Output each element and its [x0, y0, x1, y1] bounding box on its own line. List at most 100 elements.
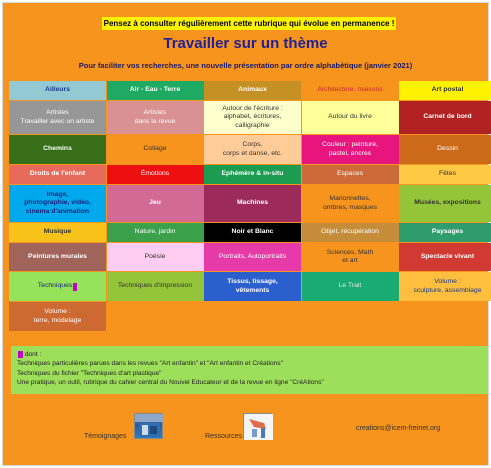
- marker-icon: [73, 282, 78, 291]
- note-line-2: Techniques particulières parues dans les…: [17, 360, 283, 368]
- temoignages-link[interactable]: Témoignages: [84, 433, 126, 440]
- theme-tile-label: Chemins: [43, 145, 72, 153]
- contact-email[interactable]: creations@icem-freinet.org: [356, 425, 440, 432]
- theme-tile-architecture-maisons[interactable]: Architecture, maisons: [301, 81, 399, 100]
- theme-tile-volume-terre-modelage[interactable]: Volume : terre, modelage: [9, 302, 106, 331]
- theme-tile-noir-et-blanc[interactable]: Noir et Blanc: [204, 223, 301, 242]
- theme-tile-musées-expositions[interactable]: Musées, expositions: [399, 185, 491, 222]
- theme-tile-chemins[interactable]: Chemins: [9, 135, 106, 164]
- theme-tile-label: Poésie: [144, 252, 166, 260]
- theme-tile-volume-sculpture-assemblage[interactable]: Volume : sculpture, assemblage: [399, 272, 491, 301]
- theme-tile-label: Musées, expositions: [414, 199, 481, 207]
- theme-tile-tissus-tissage-vêtements[interactable]: Tissus, tissage, vêtements: [204, 272, 301, 301]
- theme-tile-label: Techniques d'impression: [117, 282, 193, 290]
- theme-tile-le-trait[interactable]: Le Trait: [301, 272, 399, 301]
- note-line-3: Techniques du fichier "Techniques d'art …: [17, 369, 162, 377]
- techniques-note: dont : Techniques particulières parues d…: [11, 346, 488, 394]
- theme-tile-label: Carnet de bord: [423, 113, 472, 121]
- theme-tile-label: Espaces: [336, 170, 364, 178]
- theme-tile-objet-récupération[interactable]: Objet, récupération: [301, 223, 399, 242]
- theme-tile-label: Fêtes: [439, 170, 456, 178]
- theme-tile-label: Le Trait: [338, 282, 362, 290]
- theme-tile-label: Animaux: [238, 86, 267, 94]
- theme-tile-autour-du-livre[interactable]: Autour du livre: [301, 101, 399, 134]
- theme-tile-label: Corps, corps et danse, etc.: [222, 141, 283, 157]
- theme-tile-label: Musique: [43, 228, 72, 236]
- theme-tile-musique[interactable]: Musique: [9, 223, 106, 242]
- theme-tile-label: Tissus, tissage, vêtements: [227, 278, 278, 294]
- theme-tile-collage[interactable]: Collage: [106, 135, 204, 164]
- temoignages-image-icon: [135, 414, 164, 437]
- theme-tile-ephémère-in-situ[interactable]: Ephémère & in-situ: [204, 165, 301, 184]
- theme-tile-label: Art postal: [431, 86, 464, 94]
- theme-tile-poésie[interactable]: Poésie: [106, 243, 204, 271]
- theme-tile-label: Couleur : peinture, pastel, encres: [322, 141, 378, 157]
- theme-tile-label: Nature, jardin: [134, 228, 176, 236]
- note-line-4: Une pratique, un outil, rubrique du cahi…: [17, 379, 324, 387]
- theme-tile-techniques-d-impression[interactable]: Techniques d'impression: [106, 272, 204, 301]
- theme-tile-nature-jardin[interactable]: Nature, jardin: [106, 223, 204, 242]
- ressources-link[interactable]: Ressources: [205, 433, 242, 440]
- note-line-1: dont :: [17, 350, 482, 359]
- theme-tile-image-photographie-vidéo-cinéma-d-animation[interactable]: Image, photographie, vidéo, cinéma d'ani…: [9, 185, 106, 222]
- theme-tile-label: Air - Eau - Terre: [129, 86, 181, 94]
- theme-tile-espaces[interactable]: Espaces: [301, 165, 399, 184]
- theme-tile-spectacle-vivant[interactable]: Spectacle vivant: [399, 243, 491, 271]
- theme-tile-label: Noir et Blanc: [231, 228, 274, 236]
- theme-tile-dessin[interactable]: Dessin: [399, 135, 491, 164]
- note-line-1-text: dont :: [24, 351, 42, 358]
- theme-tile-fêtes[interactable]: Fêtes: [399, 165, 491, 184]
- theme-tile-autour-de-l-écriture-alphabet-écritures-calligraphie[interactable]: Autour de l'écriture : alphabet, écritur…: [204, 101, 301, 134]
- theme-tile-carnet-de-bord[interactable]: Carnet de bord: [399, 101, 491, 134]
- theme-tile-artistes-dans-la-revue[interactable]: Artistes dans la revue: [106, 101, 204, 134]
- ressources-thumbnail[interactable]: [243, 413, 273, 440]
- theme-tile-label: Droits de l'enfant: [29, 170, 86, 178]
- theme-tile-label: Émotions: [140, 170, 170, 178]
- page-subtitle: Pour faciliter vos recherches, une nouve…: [78, 61, 413, 70]
- theme-tile-sciences-math-et-art[interactable]: Sciences, Math et art: [301, 243, 399, 271]
- theme-tile-label: Ailleurs: [45, 86, 70, 94]
- theme-tile-label: Artistes dans la revue: [134, 109, 176, 125]
- notice-banner: Pensez à consulter régulièrement cette r…: [102, 17, 396, 30]
- marker-icon: [18, 350, 23, 358]
- theme-tile-air-eau-terre[interactable]: Air - Eau - Terre: [106, 81, 204, 100]
- theme-tile-label: Collage: [143, 145, 167, 153]
- theme-tile-marionnettes-ombres-masques[interactable]: Marionnettes, ombres, masques: [301, 185, 399, 222]
- theme-tile-label: Artistes Travailler avec un artiste: [20, 109, 95, 125]
- theme-tile-artistes-travailler-avec-un-artiste[interactable]: Artistes Travailler avec un artiste: [9, 101, 106, 134]
- theme-tile-label: Volume : sculpture, assemblage: [413, 278, 482, 294]
- theme-tile-label: Spectacle vivant: [420, 252, 475, 260]
- theme-tile-peintures-murales[interactable]: Peintures murales: [9, 243, 106, 271]
- theme-tile-portraits-autoportraits[interactable]: Portraits, Autoportraits: [204, 243, 301, 271]
- theme-tile-label: Marionnettes, ombres, masques: [322, 195, 378, 211]
- ressources-image-icon: [244, 414, 273, 440]
- theme-tile-label: Jeu: [149, 199, 161, 207]
- theme-tile-techniques[interactable]: Techniques: [9, 272, 106, 301]
- page-title: Travailler sur un thème: [163, 35, 328, 52]
- theme-grid: Ailleurs Air - Eau - Terre Animaux Architec…: [9, 81, 491, 331]
- theme-tile-couleur-peinture-pastel-encres[interactable]: Couleur : peinture, pastel, encres: [301, 135, 399, 164]
- theme-tile-label: Portraits, Autoportraits: [218, 252, 287, 260]
- theme-tile-label: Ephémère & in-situ: [221, 170, 284, 178]
- theme-tile-label: Sciences, Math et art: [326, 248, 374, 264]
- theme-tile-jeu[interactable]: Jeu: [106, 185, 204, 222]
- theme-tile-label: Techniques: [37, 282, 73, 290]
- theme-tile-art-postal[interactable]: Art postal: [399, 81, 491, 100]
- theme-tile-label: Volume : terre, modelage: [33, 308, 82, 324]
- theme-tile-label: Architecture, maisons: [317, 86, 383, 94]
- theme-tile-paysages[interactable]: Paysages: [399, 223, 491, 242]
- theme-tile-ailleurs[interactable]: Ailleurs: [9, 81, 106, 100]
- theme-tile-machines[interactable]: Machines: [204, 185, 301, 222]
- theme-tile-animaux[interactable]: Animaux: [204, 81, 301, 100]
- theme-tile-label: Autour de l'écriture : alphabet, écritur…: [222, 105, 283, 129]
- theme-tile-label: Image, photographie, vidéo, cinéma d'ani…: [24, 191, 91, 215]
- theme-tile-corps-corps-et-danse-etc[interactable]: Corps, corps et danse, etc.: [204, 135, 301, 164]
- theme-tile-label: Objet, récupération: [321, 228, 379, 236]
- theme-tile-label: Machines: [237, 199, 268, 207]
- theme-tile-droits-de-l-enfant[interactable]: Droits de l'enfant: [9, 165, 106, 184]
- theme-tile-label: Autour du livre: [328, 113, 372, 121]
- theme-tile-label: Paysages: [431, 228, 464, 236]
- theme-tile-émotions[interactable]: Émotions: [106, 165, 204, 184]
- theme-tile-label: Peintures murales: [28, 252, 87, 260]
- temoignages-thumbnail[interactable]: [134, 413, 164, 439]
